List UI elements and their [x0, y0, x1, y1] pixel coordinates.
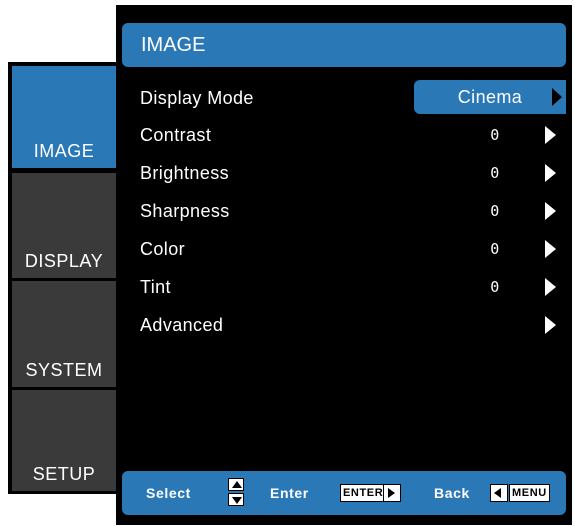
page-title-text: IMAGE [141, 33, 206, 56]
menu-item-color[interactable]: Color 0 [140, 231, 560, 267]
page-title: IMAGE [122, 23, 566, 67]
tab-setup[interactable]: SETUP [12, 390, 116, 491]
arrow-right-icon[interactable] [545, 240, 556, 258]
brightness-label: Brightness [140, 162, 230, 183]
menu-item-brightness[interactable]: Brightness 0 [140, 155, 560, 191]
display-mode-label: Display Mode [140, 87, 254, 108]
tab-setup-label: SETUP [32, 464, 96, 484]
contrast-label: Contrast [140, 124, 212, 145]
tab-system[interactable]: SYSTEM [12, 281, 116, 387]
hint-select-label: Select [146, 485, 191, 501]
arrow-right-icon[interactable] [545, 278, 556, 296]
arrow-right-icon[interactable] [545, 126, 556, 144]
arrow-right-icon [552, 88, 562, 106]
enter-arrow-icon [383, 484, 401, 502]
display-mode-value[interactable]: Cinema [414, 80, 566, 114]
up-down-keys-icon [228, 478, 244, 508]
display-mode-value-text: Cinema [457, 86, 523, 107]
hint-bar: Select Enter ENTER Back MENU [122, 471, 566, 515]
arrow-right-icon[interactable] [545, 316, 556, 334]
tab-image-label: IMAGE [33, 141, 95, 161]
tab-display[interactable]: DISPLAY [12, 173, 116, 278]
advanced-label: Advanced [140, 314, 224, 335]
hint-back-label: Back [434, 485, 470, 501]
tab-display-label: DISPLAY [24, 251, 104, 271]
enter-key-icon: ENTER [340, 484, 387, 502]
menu-panel: IMAGE Display Mode Cinema Contrast 0 Bri… [116, 5, 572, 525]
hint-enter-label: Enter [270, 485, 309, 501]
menu-item-sharpness[interactable]: Sharpness 0 [140, 193, 560, 229]
back-arrow-icon [490, 484, 508, 502]
menu-item-tint[interactable]: Tint 0 [140, 269, 560, 305]
menu-item-advanced[interactable]: Advanced [140, 307, 560, 343]
category-tabs: IMAGE DISPLAY SYSTEM SETUP [8, 62, 116, 494]
menu-item-display-mode[interactable]: Display Mode Cinema [140, 80, 566, 116]
menu-item-contrast[interactable]: Contrast 0 [140, 117, 560, 153]
color-label: Color [140, 238, 186, 259]
sharpness-label: Sharpness [140, 200, 230, 221]
tab-system-label: SYSTEM [25, 360, 103, 380]
tab-image[interactable]: IMAGE [12, 66, 116, 168]
arrow-right-icon[interactable] [545, 202, 556, 220]
arrow-right-icon[interactable] [545, 164, 556, 182]
tint-label: Tint [140, 276, 171, 297]
menu-key-icon: MENU [509, 484, 550, 502]
